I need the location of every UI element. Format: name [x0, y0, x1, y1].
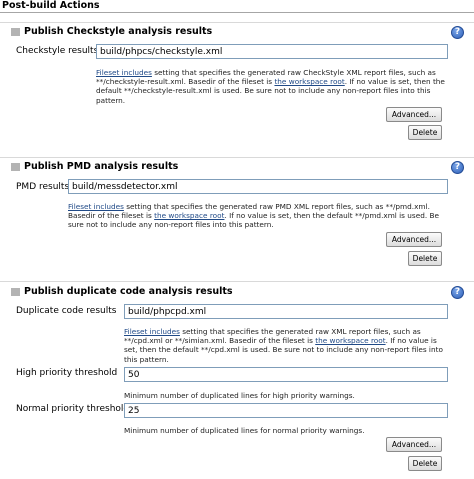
page-title: Post-build Actions [2, 0, 100, 11]
fileset-includes-link[interactable]: Fileset includes [68, 202, 124, 211]
high-priority-input[interactable] [124, 367, 448, 382]
pmd-advanced-button[interactable]: Advanced... [386, 232, 442, 247]
checkstyle-help-text: Fileset includes setting that specifies … [96, 68, 445, 105]
checkstyle-results-input[interactable] [96, 44, 448, 59]
pmd-delete-button[interactable]: Delete [408, 251, 442, 266]
duplicate-help-text: Fileset includes setting that specifies … [124, 327, 443, 364]
pmd-results-input[interactable] [68, 179, 448, 194]
duplicate-section-title: Publish duplicate code analysis results [24, 286, 233, 297]
duplicate-advanced-button[interactable]: Advanced... [386, 437, 442, 452]
drag-handle-icon[interactable] [11, 288, 20, 296]
duplicate-delete-button[interactable]: Delete [408, 456, 442, 471]
checkstyle-advanced-button[interactable]: Advanced... [386, 107, 442, 122]
normal-priority-input[interactable] [124, 403, 448, 418]
pmd-help-text: Fileset includes setting that specifies … [68, 202, 439, 230]
normal-priority-help-text: Minimum number of duplicated lines for n… [124, 426, 365, 435]
duplicate-results-label: Duplicate code results [16, 306, 117, 316]
help-icon[interactable]: ? [451, 161, 464, 174]
post-build-actions-header: Post-build Actions [0, 0, 474, 14]
fileset-includes-link[interactable]: Fileset includes [124, 327, 180, 336]
section-divider [0, 22, 474, 23]
workspace-root-link[interactable]: the workspace root [315, 336, 385, 345]
checkstyle-delete-button[interactable]: Delete [408, 125, 442, 140]
drag-handle-icon[interactable] [11, 163, 20, 171]
section-divider [0, 157, 474, 158]
duplicate-results-input[interactable] [124, 304, 448, 319]
workspace-root-link[interactable]: the workspace root [154, 211, 224, 220]
pmd-results-label: PMD results [16, 182, 70, 192]
pmd-section-title: Publish PMD analysis results [24, 161, 179, 172]
workspace-root-link[interactable]: the workspace root [274, 77, 344, 86]
fileset-includes-link[interactable]: Fileset includes [96, 68, 152, 77]
high-priority-help-text: Minimum number of duplicated lines for h… [124, 391, 355, 400]
checkstyle-results-label: Checkstyle results [16, 46, 99, 56]
help-icon[interactable]: ? [451, 26, 464, 39]
header-divider [0, 12, 474, 13]
high-priority-label: High priority threshold [16, 368, 118, 378]
help-icon[interactable]: ? [451, 286, 464, 299]
checkstyle-section-title: Publish Checkstyle analysis results [24, 26, 213, 37]
section-divider [0, 281, 474, 282]
drag-handle-icon[interactable] [11, 28, 20, 36]
normal-priority-label: Normal priority threshold [16, 404, 130, 414]
